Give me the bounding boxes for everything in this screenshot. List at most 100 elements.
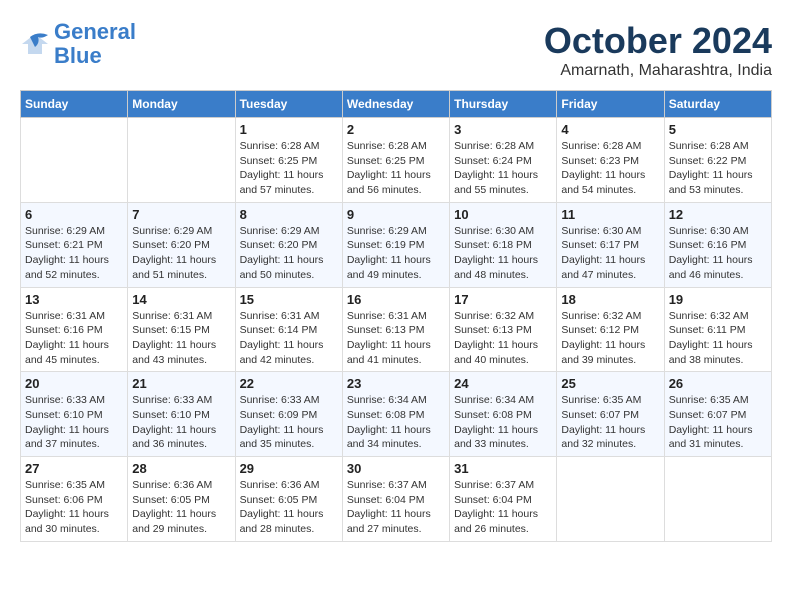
day-number: 6: [25, 207, 123, 222]
day-number: 31: [454, 461, 552, 476]
calendar-cell: 2 Sunrise: 6:28 AM Sunset: 6:25 PM Daylig…: [342, 118, 449, 203]
calendar-cell: 28 Sunrise: 6:36 AM Sunset: 6:05 PM Dayli…: [128, 457, 235, 542]
page-header: General Blue October 2024 Amarnath, Maha…: [20, 20, 772, 80]
col-header-saturday: Saturday: [664, 91, 771, 118]
day-number: 10: [454, 207, 552, 222]
day-number: 2: [347, 122, 445, 137]
day-info: Sunrise: 6:32 AM Sunset: 6:13 PM Dayligh…: [454, 309, 552, 368]
day-number: 28: [132, 461, 230, 476]
calendar-cell: 4Sunrise: 6:28 AM Sunset: 6:23 PM Daylig…: [557, 118, 664, 203]
calendar-cell: 5Sunrise: 6:28 AM Sunset: 6:22 PM Daylig…: [664, 118, 771, 203]
calendar-week-row: 1Sunrise: 6:28 AM Sunset: 6:25 PM Daylig…: [21, 118, 772, 203]
calendar-cell: 26 Sunrise: 6:35 AM Sunset: 6:07 PM Dayli…: [664, 372, 771, 457]
calendar-cell: 7 Sunrise: 6:29 AM Sunset: 6:20 PM Daylig…: [128, 202, 235, 287]
day-number: 16: [347, 292, 445, 307]
calendar-cell: 31Sunrise: 6:37 AM Sunset: 6:04 PM Dayli…: [450, 457, 557, 542]
day-info: Sunrise: 6:30 AM Sunset: 6:16 PM Dayligh…: [669, 224, 767, 283]
calendar-cell: 29 Sunrise: 6:36 AM Sunset: 6:05 PM Dayli…: [235, 457, 342, 542]
calendar-week-row: 13 Sunrise: 6:31 AM Sunset: 6:16 PM Dayli…: [21, 287, 772, 372]
day-number: 13: [25, 292, 123, 307]
logo-icon: [20, 29, 50, 59]
day-info: Sunrise: 6:29 AM Sunset: 6:20 PM Dayligh…: [240, 224, 338, 283]
day-info: Sunrise: 6:29 AM Sunset: 6:20 PM Dayligh…: [132, 224, 230, 283]
col-header-thursday: Thursday: [450, 91, 557, 118]
day-info: Sunrise: 6:28 AM Sunset: 6:25 PM Dayligh…: [347, 139, 445, 198]
calendar-cell: [128, 118, 235, 203]
day-info: Sunrise: 6:36 AM Sunset: 6:05 PM Dayligh…: [132, 478, 230, 537]
day-number: 7: [132, 207, 230, 222]
calendar-cell: 30 Sunrise: 6:37 AM Sunset: 6:04 PM Dayli…: [342, 457, 449, 542]
calendar-table: SundayMondayTuesdayWednesdayThursdayFrid…: [20, 90, 772, 542]
day-info: Sunrise: 6:28 AM Sunset: 6:25 PM Dayligh…: [240, 139, 338, 198]
day-number: 18: [561, 292, 659, 307]
calendar-cell: 24 Sunrise: 6:34 AM Sunset: 6:08 PM Dayli…: [450, 372, 557, 457]
calendar-cell: 13 Sunrise: 6:31 AM Sunset: 6:16 PM Dayli…: [21, 287, 128, 372]
day-number: 11: [561, 207, 659, 222]
day-info: Sunrise: 6:29 AM Sunset: 6:19 PM Dayligh…: [347, 224, 445, 283]
logo-text: General Blue: [54, 20, 136, 68]
day-number: 23: [347, 376, 445, 391]
day-number: 30: [347, 461, 445, 476]
calendar-cell: 20 Sunrise: 6:33 AM Sunset: 6:10 PM Dayli…: [21, 372, 128, 457]
day-info: Sunrise: 6:28 AM Sunset: 6:22 PM Dayligh…: [669, 139, 767, 198]
day-info: Sunrise: 6:37 AM Sunset: 6:04 PM Dayligh…: [347, 478, 445, 537]
calendar-cell: 1Sunrise: 6:28 AM Sunset: 6:25 PM Daylig…: [235, 118, 342, 203]
day-number: 17: [454, 292, 552, 307]
day-info: Sunrise: 6:33 AM Sunset: 6:09 PM Dayligh…: [240, 393, 338, 452]
day-info: Sunrise: 6:34 AM Sunset: 6:08 PM Dayligh…: [454, 393, 552, 452]
day-info: Sunrise: 6:36 AM Sunset: 6:05 PM Dayligh…: [240, 478, 338, 537]
calendar-cell: 6 Sunrise: 6:29 AM Sunset: 6:21 PM Daylig…: [21, 202, 128, 287]
day-info: Sunrise: 6:33 AM Sunset: 6:10 PM Dayligh…: [25, 393, 123, 452]
day-info: Sunrise: 6:35 AM Sunset: 6:07 PM Dayligh…: [561, 393, 659, 452]
day-info: Sunrise: 6:35 AM Sunset: 6:07 PM Dayligh…: [669, 393, 767, 452]
calendar-week-row: 6 Sunrise: 6:29 AM Sunset: 6:21 PM Daylig…: [21, 202, 772, 287]
day-number: 26: [669, 376, 767, 391]
calendar-cell: 19 Sunrise: 6:32 AM Sunset: 6:11 PM Dayli…: [664, 287, 771, 372]
col-header-tuesday: Tuesday: [235, 91, 342, 118]
day-info: Sunrise: 6:31 AM Sunset: 6:14 PM Dayligh…: [240, 309, 338, 368]
day-number: 20: [25, 376, 123, 391]
col-header-monday: Monday: [128, 91, 235, 118]
day-info: Sunrise: 6:34 AM Sunset: 6:08 PM Dayligh…: [347, 393, 445, 452]
calendar-header-row: SundayMondayTuesdayWednesdayThursdayFrid…: [21, 91, 772, 118]
calendar-cell: 21Sunrise: 6:33 AM Sunset: 6:10 PM Dayli…: [128, 372, 235, 457]
calendar-cell: 25 Sunrise: 6:35 AM Sunset: 6:07 PM Dayli…: [557, 372, 664, 457]
day-number: 29: [240, 461, 338, 476]
calendar-cell: 14Sunrise: 6:31 AM Sunset: 6:15 PM Dayli…: [128, 287, 235, 372]
day-info: Sunrise: 6:30 AM Sunset: 6:17 PM Dayligh…: [561, 224, 659, 283]
calendar-week-row: 20 Sunrise: 6:33 AM Sunset: 6:10 PM Dayli…: [21, 372, 772, 457]
day-info: Sunrise: 6:28 AM Sunset: 6:24 PM Dayligh…: [454, 139, 552, 198]
day-number: 22: [240, 376, 338, 391]
day-info: Sunrise: 6:31 AM Sunset: 6:13 PM Dayligh…: [347, 309, 445, 368]
calendar-cell: 9 Sunrise: 6:29 AM Sunset: 6:19 PM Daylig…: [342, 202, 449, 287]
col-header-sunday: Sunday: [21, 91, 128, 118]
day-info: Sunrise: 6:30 AM Sunset: 6:18 PM Dayligh…: [454, 224, 552, 283]
day-info: Sunrise: 6:28 AM Sunset: 6:23 PM Dayligh…: [561, 139, 659, 198]
calendar-cell: 17 Sunrise: 6:32 AM Sunset: 6:13 PM Dayli…: [450, 287, 557, 372]
calendar-cell: 16 Sunrise: 6:31 AM Sunset: 6:13 PM Dayli…: [342, 287, 449, 372]
day-number: 19: [669, 292, 767, 307]
day-number: 27: [25, 461, 123, 476]
day-number: 24: [454, 376, 552, 391]
month-title: October 2024: [544, 20, 772, 62]
calendar-cell: 8Sunrise: 6:29 AM Sunset: 6:20 PM Daylig…: [235, 202, 342, 287]
day-number: 14: [132, 292, 230, 307]
col-header-wednesday: Wednesday: [342, 91, 449, 118]
calendar-cell: 18Sunrise: 6:32 AM Sunset: 6:12 PM Dayli…: [557, 287, 664, 372]
day-number: 9: [347, 207, 445, 222]
calendar-cell: 15 Sunrise: 6:31 AM Sunset: 6:14 PM Dayli…: [235, 287, 342, 372]
day-number: 25: [561, 376, 659, 391]
title-block: October 2024 Amarnath, Maharashtra, Indi…: [544, 20, 772, 80]
calendar-cell: [557, 457, 664, 542]
day-info: Sunrise: 6:32 AM Sunset: 6:11 PM Dayligh…: [669, 309, 767, 368]
day-number: 15: [240, 292, 338, 307]
calendar-cell: 23 Sunrise: 6:34 AM Sunset: 6:08 PM Dayli…: [342, 372, 449, 457]
location-title: Amarnath, Maharashtra, India: [544, 62, 772, 80]
day-number: 21: [132, 376, 230, 391]
day-info: Sunrise: 6:31 AM Sunset: 6:16 PM Dayligh…: [25, 309, 123, 368]
calendar-cell: 3Sunrise: 6:28 AM Sunset: 6:24 PM Daylig…: [450, 118, 557, 203]
logo: General Blue: [20, 20, 136, 68]
day-number: 12: [669, 207, 767, 222]
calendar-cell: 12 Sunrise: 6:30 AM Sunset: 6:16 PM Dayli…: [664, 202, 771, 287]
day-info: Sunrise: 6:29 AM Sunset: 6:21 PM Dayligh…: [25, 224, 123, 283]
